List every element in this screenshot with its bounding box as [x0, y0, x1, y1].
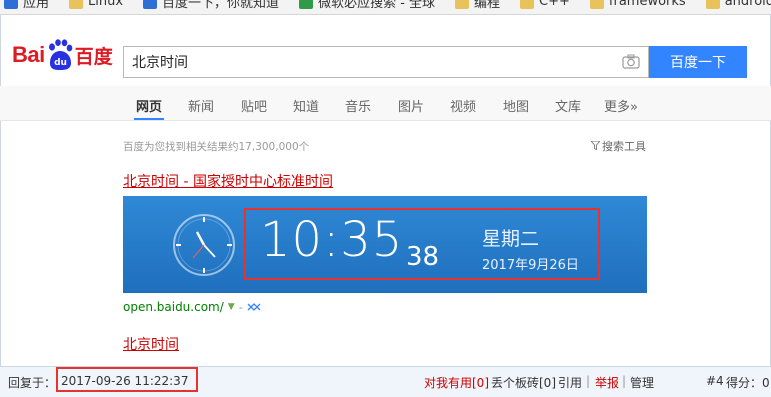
bing-icon: [299, 0, 314, 9]
time-card: 10:35 38 星期二 2017年9月26日: [123, 196, 647, 293]
baidu-paw-icon: du: [46, 39, 74, 71]
reply-time: 2017-09-26 11:22:37: [61, 374, 189, 388]
tab-webpage[interactable]: 网页: [133, 96, 165, 120]
search-input[interactable]: [124, 47, 620, 77]
baidu-icon: [143, 0, 158, 9]
useful-button[interactable]: 对我有用[0]: [424, 374, 489, 391]
search-tools-label: 搜索工具: [602, 140, 646, 153]
date: 2017年9月26日: [482, 258, 579, 273]
tab-wenku[interactable]: 文库: [555, 96, 581, 115]
bookmark-linux[interactable]: Linux: [69, 0, 123, 11]
search-button[interactable]: 百度一下: [649, 46, 747, 78]
search-tabs: 网页 新闻 贴吧 知道 音乐 图片 视频 地图 文库 更多»: [0, 86, 771, 121]
tab-map[interactable]: 地图: [503, 96, 529, 115]
tab-music[interactable]: 音乐: [345, 96, 371, 115]
camera-icon[interactable]: [622, 54, 640, 69]
logo-text-bai: Bai: [12, 42, 45, 67]
folder-icon: [69, 0, 84, 9]
brick-button[interactable]: 丢个板砖[0]: [491, 374, 556, 391]
folder-icon: [705, 0, 720, 9]
quote-button[interactable]: 引用: [558, 374, 582, 391]
time-highlight-box: 10:35 38 星期二 2017年9月26日: [244, 208, 600, 280]
baidu-logo[interactable]: Bai du 百度: [12, 38, 113, 72]
url-dropdown-icon[interactable]: ▼: [228, 302, 235, 312]
folder-icon: [520, 0, 535, 9]
result-count: 百度为您找到相关结果约17,300,000个: [123, 141, 310, 153]
weekday: 星期二: [482, 228, 540, 250]
bookmark-baidu[interactable]: 百度一下，你就知道: [143, 0, 279, 11]
trust-icon[interactable]: [247, 300, 261, 314]
result-title-link[interactable]: 北京时间 - 国家授时中心标准时间: [123, 171, 333, 191]
tab-images[interactable]: 图片: [398, 96, 424, 115]
result-url-row: open.baidu.com/ ▼ -: [123, 300, 261, 314]
tab-zhidao[interactable]: 知道: [293, 96, 319, 115]
report-button[interactable]: 举报: [595, 374, 619, 391]
manage-button[interactable]: 管理: [630, 374, 654, 391]
footer-separator: |: [622, 374, 627, 388]
apps-icon: [4, 0, 18, 9]
result-url[interactable]: open.baidu.com/: [123, 300, 224, 314]
bookmarks-bar: 应用 Linux 百度一下，你就知道 微软必应搜索 - 全球 编程 C++ fr…: [0, 0, 771, 15]
search-box: [123, 46, 649, 78]
tab-tieba[interactable]: 贴吧: [241, 96, 267, 115]
clock-icon: [171, 212, 237, 278]
bookmark-cpp[interactable]: C++: [520, 0, 570, 11]
reply-label: 回复于：: [8, 376, 57, 390]
filter-icon: [590, 140, 601, 153]
logo-text-baidu: 百度: [74, 45, 113, 68]
tab-video[interactable]: 视频: [450, 96, 476, 115]
svg-text:du: du: [54, 58, 67, 68]
floor-number: #4: [706, 374, 724, 388]
bookmark-bing[interactable]: 微软必应搜索 - 全球: [299, 0, 435, 11]
footer-separator: |: [586, 374, 591, 388]
bookmark-frameworks[interactable]: frameworks: [589, 0, 686, 11]
tab-more[interactable]: 更多»: [604, 96, 638, 115]
post-footer: 回复于： 2017-09-26 11:22:37 对我有用[0] 丢个板砖[0]…: [0, 366, 771, 397]
folder-icon: [589, 0, 604, 9]
bookmark-programming[interactable]: 编程: [455, 0, 500, 11]
url-separator: -: [238, 300, 243, 314]
bookmark-apps[interactable]: 应用: [4, 0, 49, 11]
folder-icon: [455, 0, 470, 9]
search-tools-button[interactable]: 搜索工具: [590, 138, 646, 154]
score: 得分：0: [726, 376, 770, 390]
result-title-link-2[interactable]: 北京时间: [123, 334, 179, 354]
bookmark-android-app[interactable]: android app: [705, 0, 771, 11]
time-seconds: 38: [406, 242, 440, 272]
time-hours-minutes: 10:35: [260, 212, 404, 268]
tab-news[interactable]: 新闻: [188, 96, 214, 115]
